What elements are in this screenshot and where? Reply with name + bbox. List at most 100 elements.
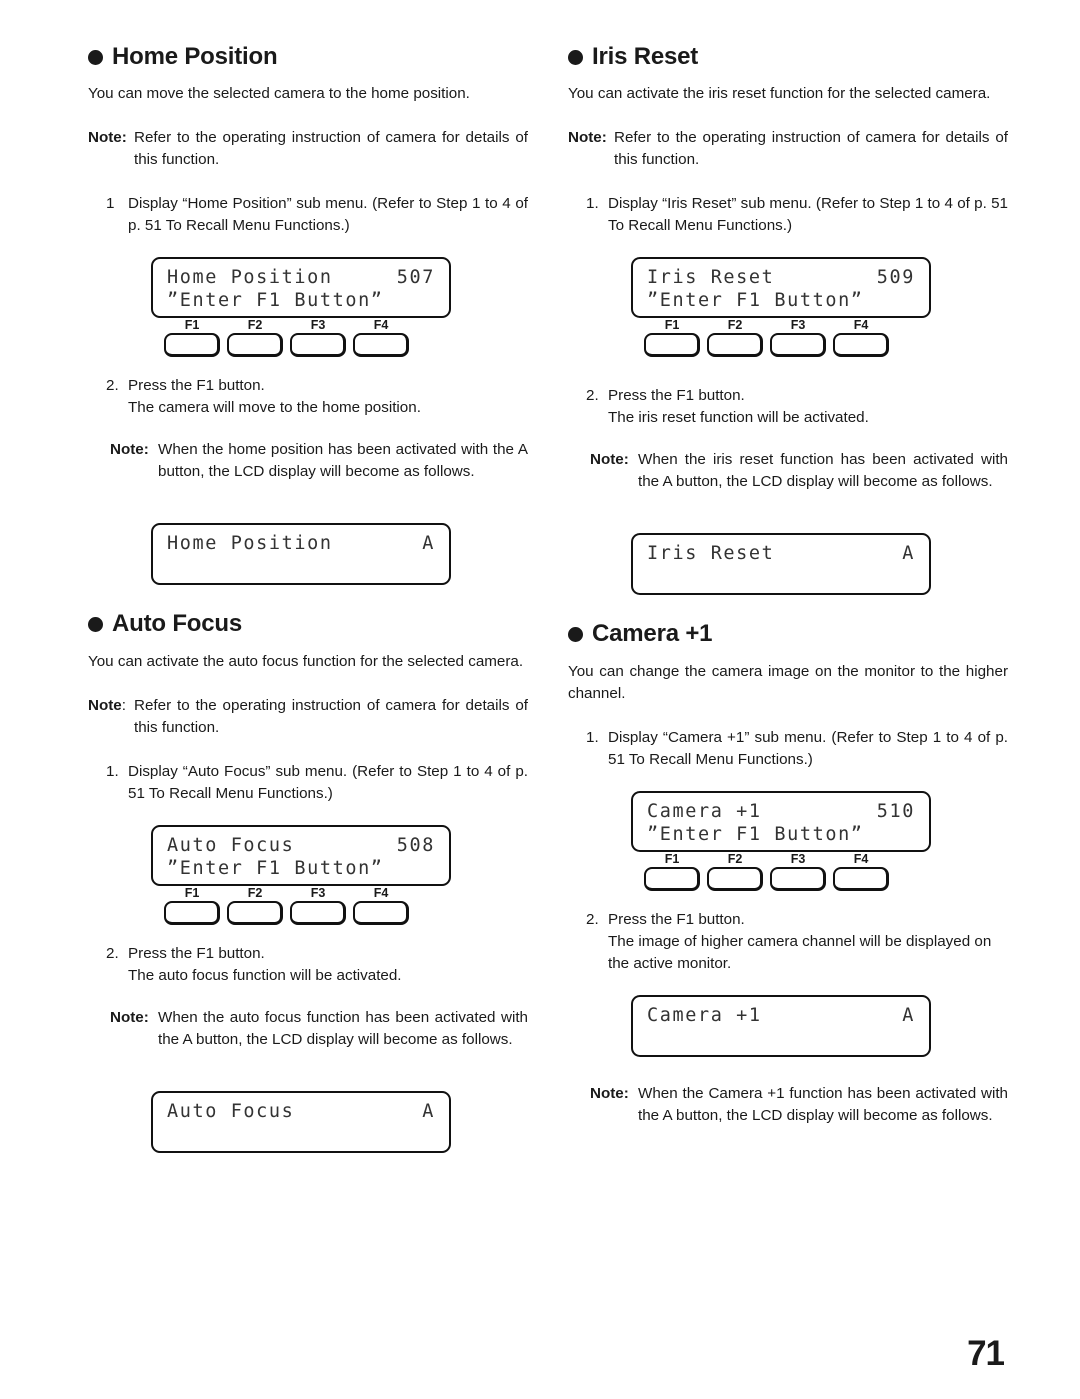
lcd-line-2 (647, 565, 915, 588)
lcd-line-1-left: Auto Focus (167, 1100, 295, 1122)
section-auto-focus: Auto Focus You can activate the auto foc… (88, 610, 528, 1153)
function-key-f4[interactable]: F4 (832, 318, 890, 358)
function-key-label: F2 (727, 851, 743, 866)
function-key-button[interactable] (770, 333, 826, 358)
function-key-button[interactable] (353, 900, 409, 925)
function-key-f2[interactable]: F2 (706, 852, 764, 891)
function-key-button[interactable] (353, 333, 409, 358)
manual-page: Home Position You can move the selected … (0, 0, 1080, 1399)
function-key-label: F1 (664, 851, 680, 866)
function-key-label: F4 (373, 318, 389, 333)
note-label: Note: (88, 696, 126, 714)
note-text: When the auto focus function has been ac… (158, 1008, 528, 1048)
function-key-label: F3 (310, 885, 326, 900)
function-key-button[interactable] (833, 866, 889, 891)
step-text-line-2: The iris reset function will be activate… (608, 409, 869, 427)
section-home-position: Home Position You can move the selected … (88, 43, 528, 586)
function-key-button[interactable] (833, 333, 889, 358)
intro-paragraph: You can change the camera image on the m… (568, 662, 1008, 702)
step-item: 2. Press the F1 button. The image of hig… (586, 909, 1008, 975)
function-key-button[interactable] (164, 333, 220, 358)
step-item: 1. Display “Auto Focus” sub menu. (Refer… (106, 761, 528, 805)
lcd-line-1-right: A (902, 543, 915, 565)
heading-text: Camera +1 (592, 620, 713, 648)
section-camera-plus-one: Camera +1 You can change the camera imag… (568, 620, 1008, 1126)
right-column: Iris Reset You can activate the iris res… (568, 43, 1008, 1149)
section-heading-auto-focus: Auto Focus (88, 610, 528, 637)
note-block: Note: Refer to the operating instruction… (88, 127, 528, 171)
function-key-f3[interactable]: F3 (769, 852, 827, 891)
bullet-icon (568, 49, 583, 65)
function-key-f3[interactable]: F3 (289, 886, 347, 925)
step-item: 2. Press the F1 button. The iris reset f… (586, 385, 1008, 429)
function-key-f1[interactable]: F1 (643, 852, 701, 891)
lcd-line-1-left: Auto Focus (167, 834, 295, 856)
lcd-line-1-right: 508 (396, 834, 435, 856)
function-key-f1[interactable]: F1 (643, 318, 701, 358)
step-text-line-1: Press the F1 button. (128, 377, 265, 395)
lcd-line-1-right: A (902, 1004, 915, 1026)
function-key-f3[interactable]: F3 (769, 318, 827, 358)
note-label: Note: (590, 1084, 629, 1102)
step-item: 2. Press the F1 button. The auto focus f… (106, 943, 528, 987)
lcd-line-1-left: Camera +1 (647, 1004, 762, 1026)
function-key-f4[interactable]: F4 (832, 852, 890, 891)
step-text-line-1: Press the F1 button. (608, 387, 745, 405)
step-text-line-2: The auto focus function will be activate… (128, 966, 402, 984)
lcd-line-2 (167, 555, 435, 578)
step-item: 1 Display “Home Position” sub menu. (Ref… (106, 193, 528, 237)
lcd-line-1-left: Home Position (167, 267, 333, 289)
function-key-f2[interactable]: F2 (226, 318, 284, 358)
section-heading-camera-plus-one: Camera +1 (568, 620, 1008, 648)
function-key-label: F3 (310, 318, 326, 333)
lcd-line-1: Camera +1 510 (647, 800, 915, 823)
intro-paragraph: You can move the selected camera to the … (88, 85, 470, 103)
function-key-f2[interactable]: F2 (226, 886, 284, 925)
lcd-display: Camera +1 510 ”Enter F1 Button” (631, 790, 931, 852)
function-key-row: F1 F2 F3 F4 (151, 886, 451, 925)
function-key-button[interactable] (227, 900, 283, 925)
lcd-line-1: Camera +1 A (647, 1004, 915, 1027)
note-label: Note: (590, 451, 629, 469)
function-key-f1[interactable]: F1 (163, 886, 221, 925)
lcd-display: Home Position A (151, 523, 451, 586)
section-heading-iris-reset: Iris Reset (568, 43, 1008, 70)
function-key-button[interactable] (707, 866, 763, 891)
lcd-line-2: ”Enter F1 Button” (647, 823, 864, 845)
function-key-button[interactable] (707, 333, 763, 358)
function-key-label: F4 (853, 318, 869, 333)
lcd-line-1: Auto Focus 508 (167, 834, 435, 857)
function-key-button[interactable] (290, 900, 346, 925)
left-column: Home Position You can move the selected … (88, 43, 528, 1153)
function-key-label: F2 (727, 318, 743, 333)
step-text: Display “Iris Reset” sub menu. (Refer to… (608, 195, 1008, 235)
function-key-f4[interactable]: F4 (352, 318, 410, 358)
function-key-f3[interactable]: F3 (289, 318, 347, 358)
lcd-line-1-right: 507 (396, 267, 435, 289)
function-key-label: F1 (664, 318, 680, 333)
note-block: Note: Refer to the operating instruction… (88, 695, 528, 739)
function-key-f1[interactable]: F1 (163, 318, 221, 358)
function-key-button[interactable] (770, 866, 826, 891)
function-key-row: F1 F2 F3 F4 (631, 852, 931, 891)
note-block: Note: When the iris reset function has b… (590, 449, 1008, 493)
note-block: Note: When the auto focus function has b… (110, 1007, 528, 1051)
lcd-display-group: Camera +1 510 ”Enter F1 Button” F1 F2 F3… (568, 790, 1008, 891)
function-key-button[interactable] (227, 333, 283, 358)
note-block: Note: Refer to the operating instruction… (568, 127, 1008, 171)
step-number: 1 (106, 195, 115, 213)
intro-paragraph: You can activate the auto focus function… (88, 652, 524, 670)
function-key-f2[interactable]: F2 (706, 318, 764, 358)
function-key-button[interactable] (644, 333, 700, 358)
function-key-button[interactable] (290, 333, 346, 358)
function-key-button[interactable] (644, 866, 700, 891)
heading-text: Iris Reset (592, 43, 699, 70)
function-key-f4[interactable]: F4 (352, 886, 410, 925)
function-key-button[interactable] (164, 900, 220, 925)
step-text-line-2: The image of higher camera channel will … (608, 932, 992, 972)
lcd-line-1-left: Camera +1 (647, 800, 762, 822)
note-label: Note: (568, 129, 607, 147)
lcd-display-group: Home Position 507 ”Enter F1 Button” F1 F… (88, 257, 528, 358)
lcd-line-1-right: A (422, 1100, 435, 1122)
function-key-label: F1 (184, 885, 200, 900)
